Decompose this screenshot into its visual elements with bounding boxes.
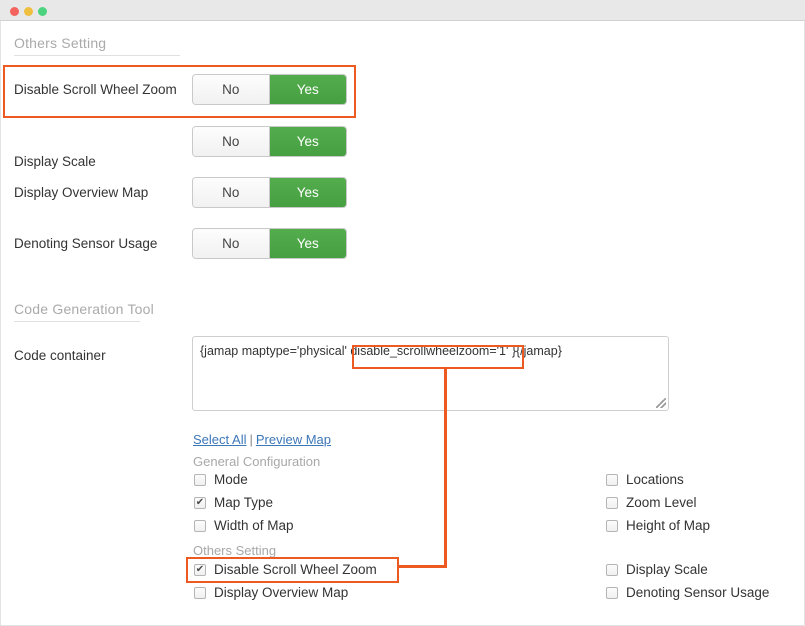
row-label-display-overview-map: Display Overview Map <box>14 185 149 200</box>
checkbox-label-disable-scroll-wheel-zoom: Disable Scroll Wheel Zoom <box>214 562 377 577</box>
toggle-option-no[interactable]: No <box>193 229 270 258</box>
checkbox-display-overview-map[interactable] <box>194 586 206 599</box>
checkbox-row-height-of-map[interactable]: Height of Map <box>606 518 710 533</box>
minimize-dot[interactable] <box>24 7 33 16</box>
checkbox-height-of-map[interactable] <box>606 519 618 532</box>
checkbox-row-locations[interactable]: Locations <box>606 472 684 487</box>
checkbox-row-width-of-map[interactable]: Width of Map <box>194 518 294 533</box>
checkbox-mode[interactable] <box>194 473 206 486</box>
checkbox-denoting-sensor-usage[interactable] <box>606 586 618 599</box>
settings-content: Others Setting Disable Scroll Wheel Zoom… <box>0 21 805 626</box>
checkbox-label-locations: Locations <box>626 472 684 487</box>
textarea-resize-handle[interactable] <box>656 398 666 408</box>
others-setting-heading: Others Setting <box>14 35 180 56</box>
code-actions: Select All | Preview Map <box>193 432 331 447</box>
checkbox-map-type[interactable] <box>194 496 206 509</box>
toggle-disable-scroll-wheel-zoom[interactable]: No Yes <box>192 74 347 105</box>
others-setting-group-title: Others Setting <box>193 543 277 558</box>
toggle-option-no[interactable]: No <box>193 178 270 207</box>
code-generation-tool-heading: Code Generation Tool <box>14 301 154 322</box>
checkbox-row-display-scale[interactable]: Display Scale <box>606 562 708 577</box>
checkbox-row-denoting-sensor-usage[interactable]: Denoting Sensor Usage <box>606 585 769 600</box>
toggle-option-yes[interactable]: Yes <box>269 127 346 156</box>
checkbox-locations[interactable] <box>606 473 618 486</box>
close-dot[interactable] <box>10 7 19 16</box>
code-suffix: }{/jamap} <box>511 344 562 358</box>
code-highlight-token: disable_scrollwheelzoom='1' <box>350 344 509 358</box>
general-configuration-group-title: General Configuration <box>193 454 321 469</box>
toggle-option-yes[interactable]: Yes <box>269 75 346 104</box>
heading-rule <box>14 55 180 56</box>
checkbox-label-mode: Mode <box>214 472 248 487</box>
checkbox-zoom-level[interactable] <box>606 496 618 509</box>
checkbox-label-width-of-map: Width of Map <box>214 518 294 533</box>
app-window: Others Setting Disable Scroll Wheel Zoom… <box>0 0 805 626</box>
checkbox-label-map-type: Map Type <box>214 495 274 510</box>
checkbox-row-display-overview-map[interactable]: Display Overview Map <box>194 585 348 600</box>
toggle-display-scale[interactable]: No Yes <box>192 126 347 157</box>
checkbox-label-display-scale: Display Scale <box>626 562 708 577</box>
code-container-textarea[interactable]: {jamap maptype='physical' disable_scroll… <box>192 336 669 411</box>
checkbox-label-display-overview-map: Display Overview Map <box>214 585 349 600</box>
checkbox-row-disable-scroll-wheel-zoom[interactable]: Disable Scroll Wheel Zoom <box>194 562 377 577</box>
preview-map-link[interactable]: Preview Map <box>256 432 331 447</box>
checkbox-row-mode[interactable]: Mode <box>194 472 248 487</box>
maximize-dot[interactable] <box>38 7 47 16</box>
checkbox-label-zoom-level: Zoom Level <box>626 495 697 510</box>
checkbox-disable-scroll-wheel-zoom[interactable] <box>194 563 206 576</box>
checkbox-label-height-of-map: Height of Map <box>626 518 711 533</box>
select-all-link[interactable]: Select All <box>193 432 246 447</box>
code-container-text: {jamap maptype='physical' disable_scroll… <box>200 344 562 358</box>
checkbox-display-scale[interactable] <box>606 563 618 576</box>
toggle-option-no[interactable]: No <box>193 75 270 104</box>
checkbox-row-map-type[interactable]: Map Type <box>194 495 273 510</box>
toggle-option-yes[interactable]: Yes <box>269 178 346 207</box>
code-generation-tool-heading-text: Code Generation Tool <box>14 301 154 317</box>
heading-rule <box>14 321 140 322</box>
checkbox-label-denoting-sensor-usage: Denoting Sensor Usage <box>626 585 770 600</box>
code-prefix: {jamap maptype='physical' <box>200 344 347 358</box>
toggle-denoting-sensor-usage[interactable]: No Yes <box>192 228 347 259</box>
checkbox-width-of-map[interactable] <box>194 519 206 532</box>
row-label-code-container: Code container <box>14 348 106 363</box>
toggle-option-no[interactable]: No <box>193 127 270 156</box>
others-setting-heading-text: Others Setting <box>14 35 107 51</box>
checkbox-row-zoom-level[interactable]: Zoom Level <box>606 495 697 510</box>
row-label-display-scale: Display Scale <box>14 154 96 169</box>
toggle-option-yes[interactable]: Yes <box>269 229 346 258</box>
link-separator: | <box>249 432 253 447</box>
annotation-connector-horizontal <box>397 565 447 568</box>
row-label-denoting-sensor-usage: Denoting Sensor Usage <box>14 236 158 251</box>
row-label-disable-scroll-wheel-zoom: Disable Scroll Wheel Zoom <box>14 82 177 97</box>
toggle-display-overview-map[interactable]: No Yes <box>192 177 347 208</box>
window-titlebar <box>0 0 805 21</box>
